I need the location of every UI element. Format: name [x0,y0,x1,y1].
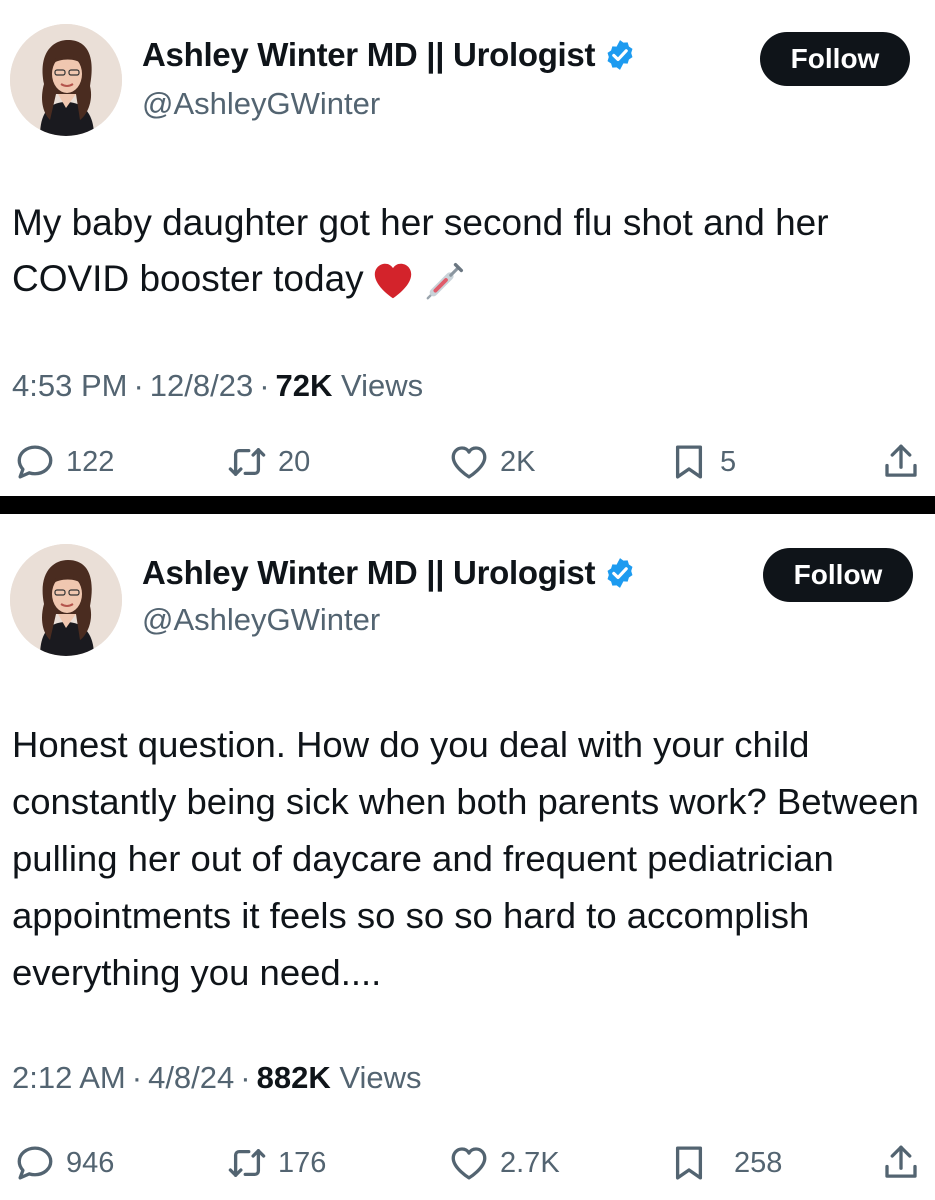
avatar[interactable] [10,544,122,656]
reply-count: 122 [66,445,115,478]
follow-button[interactable]: Follow [760,32,910,86]
like-button[interactable]: 2.7K [448,1142,560,1184]
tweet-date[interactable]: 12/8/23 [150,368,253,403]
like-button[interactable]: 2K [448,441,535,483]
tweet-text: My baby daughter got her second flu shot… [12,195,919,307]
author-handle[interactable]: @AshleyGWinter [142,86,380,122]
views-count: 882K [256,1060,331,1095]
author-name[interactable]: Ashley Winter MD || Urologist [142,36,595,74]
share-icon [880,441,922,483]
share-icon [880,1142,922,1184]
follow-button[interactable]: Follow [763,548,913,602]
bookmark-count: 5 [720,445,737,478]
tweet-text-content: My baby daughter got her second flu shot… [12,202,829,299]
repost-icon [226,441,268,483]
tweet-time[interactable]: 4:53 PM [12,368,127,403]
author-row: Ashley Winter MD || Urologist [142,36,637,74]
tweet-text: Honest question. How do you deal with yo… [12,724,919,993]
repost-button[interactable]: 176 [226,1142,326,1184]
bookmark-icon [668,441,710,483]
reply-icon [14,441,56,483]
tweet-time[interactable]: 2:12 AM [12,1060,126,1095]
tweet-card: Ashley Winter MD || Urologist @AshleyGWi… [0,514,935,1200]
action-bar: 122 20 2K 5 [0,441,935,491]
like-icon [448,1142,490,1184]
views-label: Views [339,1060,422,1095]
author-handle[interactable]: @AshleyGWinter [142,602,380,638]
tweet-meta: 4:53 PM · 12/8/23 · 72K Views [12,368,424,403]
tweet-card: Ashley Winter MD || Urologist @AshleyGWi… [0,0,935,496]
action-bar: 946 176 2.7K 258 [0,1142,935,1192]
like-count: 2.7K [500,1146,560,1179]
tweet-date[interactable]: 4/8/24 [148,1060,234,1095]
reply-button[interactable]: 122 [14,441,114,483]
avatar[interactable] [10,24,122,136]
like-count: 2K [500,445,536,478]
bookmark-count: 258 [734,1146,783,1179]
reply-count: 946 [66,1146,115,1179]
share-button[interactable] [880,1142,922,1184]
bookmark-button[interactable]: 258 [668,1142,782,1184]
bookmark-icon [668,1142,710,1184]
verified-badge-icon [603,556,637,590]
repost-count: 20 [278,445,311,478]
divider [0,496,935,514]
verified-badge-icon [603,38,637,72]
views-label: Views [341,368,424,403]
repost-button[interactable]: 20 [226,441,310,483]
like-icon [448,441,490,483]
share-button[interactable] [880,441,922,483]
reply-icon [14,1142,56,1184]
repost-icon [226,1142,268,1184]
repost-count: 176 [278,1146,327,1179]
author-name[interactable]: Ashley Winter MD || Urologist [142,554,595,592]
tweet-meta: 2:12 AM · 4/8/24 · 882K Views [12,1060,422,1095]
views-count: 72K [275,368,333,403]
syringe-icon [422,258,468,304]
bookmark-button[interactable]: 5 [668,441,736,483]
reply-button[interactable]: 946 [14,1142,114,1184]
red-heart-icon [370,258,416,304]
author-row: Ashley Winter MD || Urologist [142,554,637,592]
